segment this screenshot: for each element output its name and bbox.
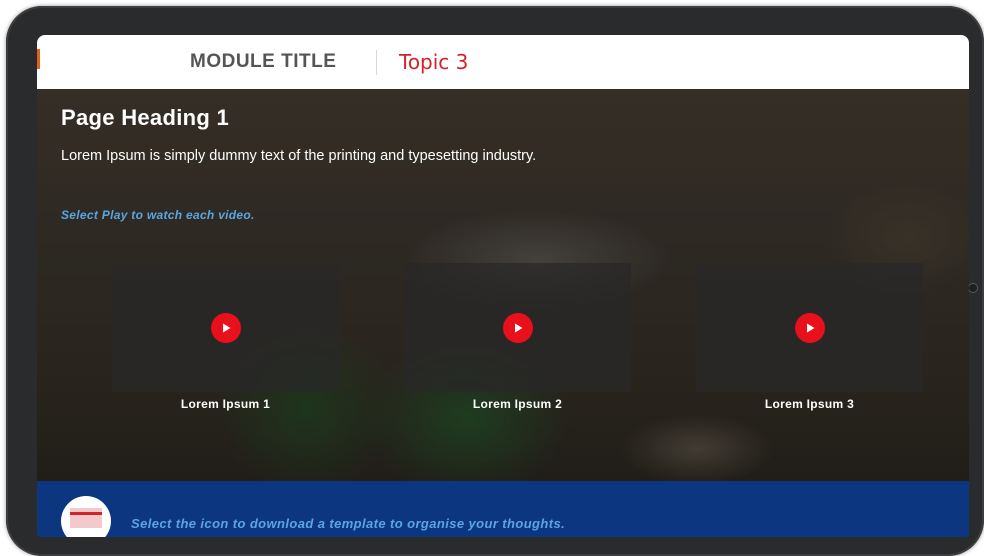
video-label: Lorem Ipsum 2 [472, 397, 563, 411]
play-icon [514, 323, 522, 332]
video-card-3: Lorem Ipsum 3 [696, 263, 923, 411]
play-button[interactable] [502, 312, 533, 343]
play-button[interactable] [794, 312, 825, 343]
app-screen: MODULE TITLE Topic 3 Page Heading 1 Lore… [37, 35, 969, 537]
video-thumbnail[interactable] [696, 263, 923, 392]
tablet-frame: MODULE TITLE Topic 3 Page Heading 1 Lore… [6, 6, 984, 556]
video-thumbnail[interactable] [404, 263, 631, 392]
instruction-text: Select Play to watch each video. [61, 208, 255, 222]
module-title: MODULE TITLE [190, 51, 337, 72]
video-thumbnail[interactable] [112, 263, 339, 392]
header-bar: MODULE TITLE Topic 3 [37, 35, 969, 89]
footer-bar: Select the icon to download a template t… [37, 481, 969, 537]
video-label: Lorem Ipsum 1 [180, 397, 271, 411]
header-divider [376, 50, 377, 75]
play-button[interactable] [210, 312, 241, 343]
content-area: Page Heading 1 Lorem Ipsum is simply dum… [37, 89, 969, 481]
document-icon-body [70, 508, 102, 528]
document-download-icon[interactable] [61, 496, 111, 537]
play-icon [806, 323, 814, 332]
video-label: Lorem Ipsum 3 [764, 397, 855, 411]
intro-text: Lorem Ipsum is simply dummy text of the … [61, 148, 537, 164]
camera-icon [968, 283, 978, 293]
footer-instruction: Select the icon to download a template t… [131, 516, 566, 531]
play-icon [222, 323, 230, 332]
logo [37, 49, 40, 69]
document-icon-band [70, 512, 102, 515]
page-heading: Page Heading 1 [61, 105, 230, 130]
topic-label: Topic 3 [399, 50, 469, 74]
video-card-1: Lorem Ipsum 1 [112, 263, 339, 411]
video-card-2: Lorem Ipsum 2 [404, 263, 631, 411]
